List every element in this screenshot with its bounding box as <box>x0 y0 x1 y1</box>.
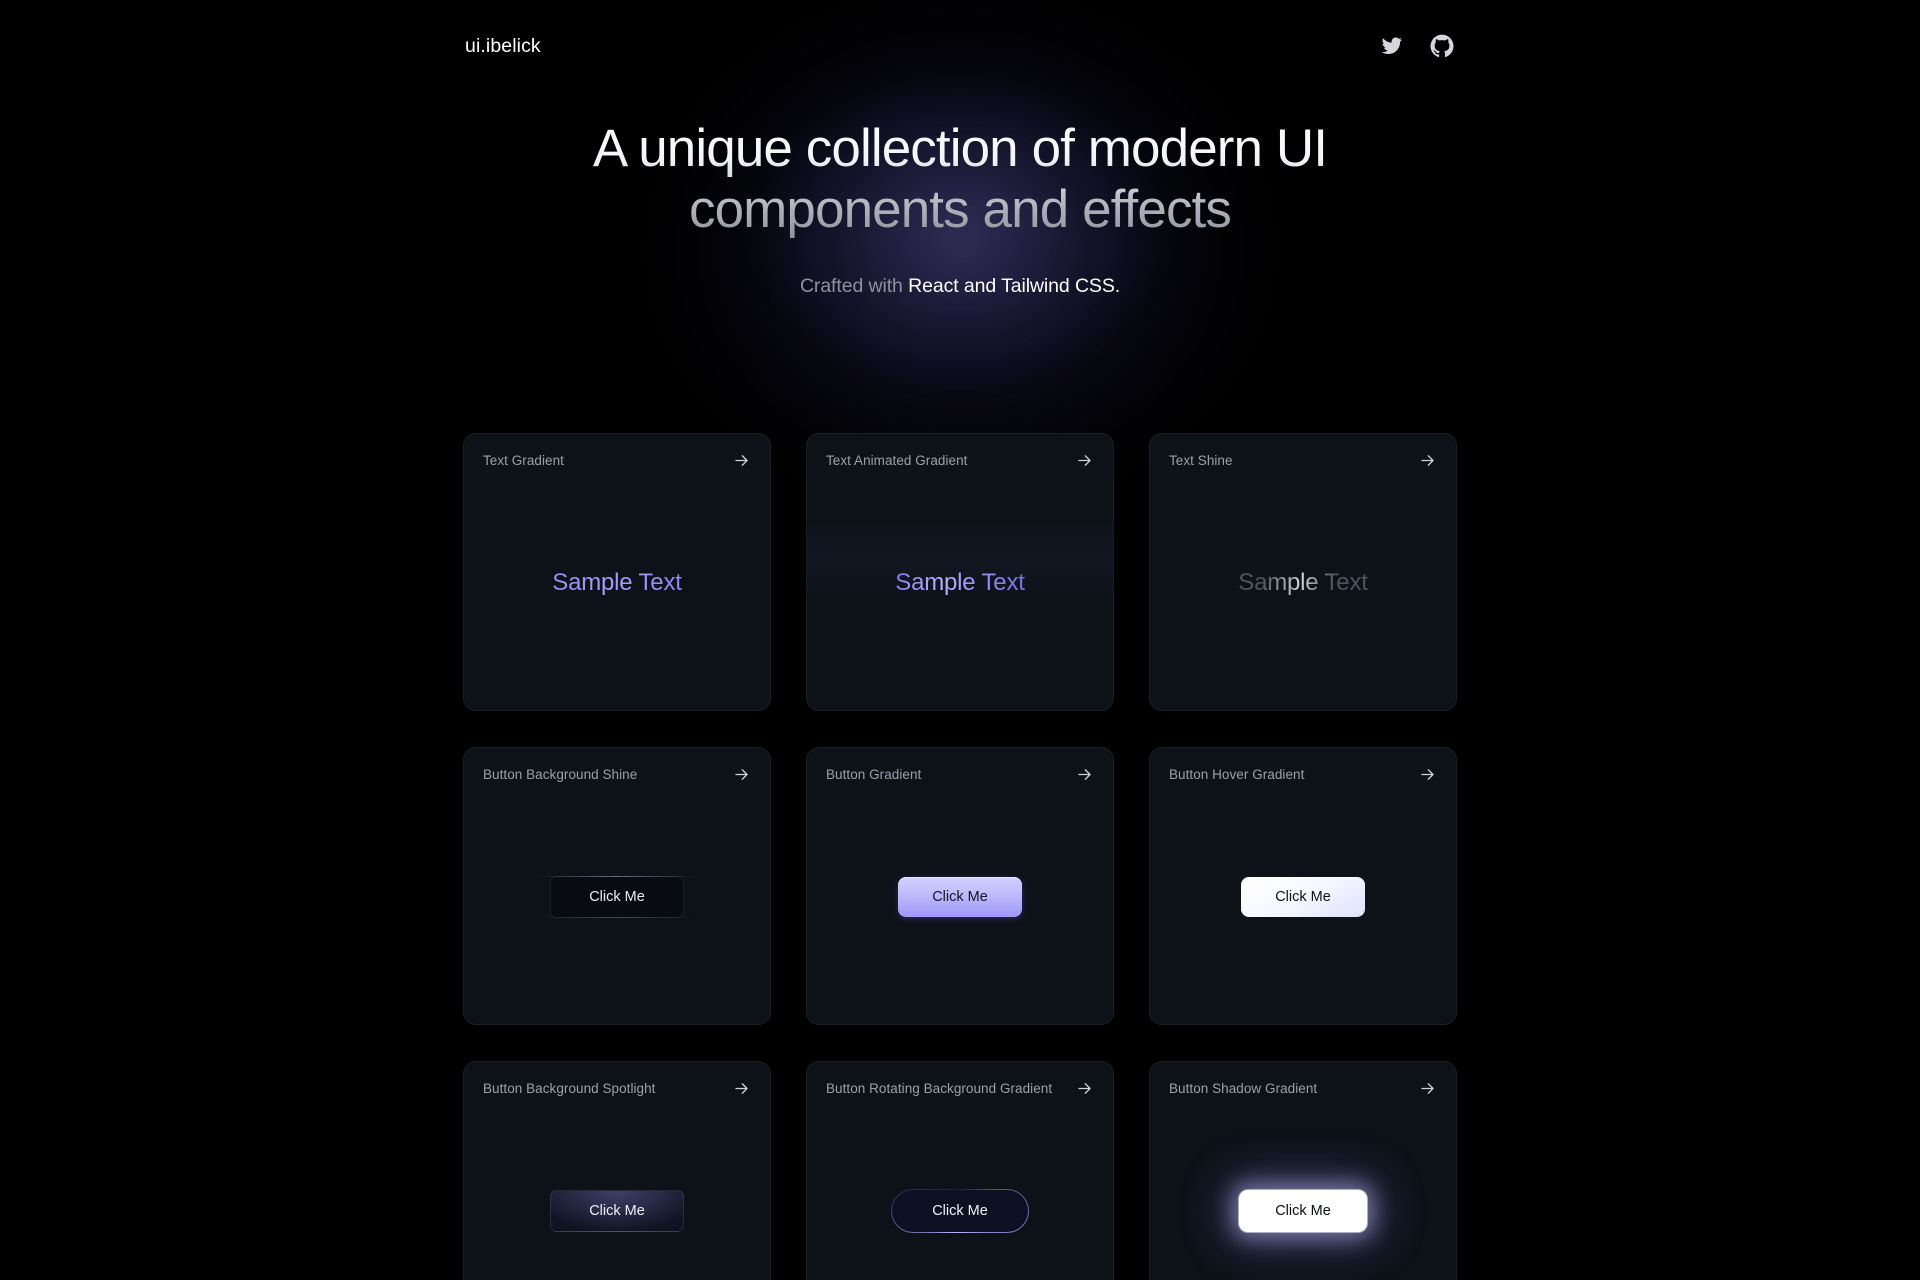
card-title: Text Gradient <box>483 453 564 468</box>
demo-sample-text: Sample Text <box>895 569 1025 596</box>
demo-sample-text: Sample Text <box>1238 569 1368 596</box>
card-button-gradient[interactable]: Button Gradient Click Me <box>806 747 1114 1025</box>
page-subtitle: Crafted with React and Tailwind CSS. <box>0 275 1920 298</box>
card-demo-area: Click Me <box>464 784 770 1024</box>
top-navigation-bar: ui.ibelick <box>0 0 1920 92</box>
card-title: Button Background Shine <box>483 767 638 782</box>
brand-logo[interactable]: ui.ibelick <box>465 35 541 58</box>
card-button-rotating-background-gradient[interactable]: Button Rotating Background Gradient Clic… <box>806 1061 1114 1280</box>
card-header: Button Background Shine <box>464 748 770 784</box>
card-header: Text Shine <box>1150 434 1456 470</box>
demo-click-me-button[interactable]: Click Me <box>898 877 1022 917</box>
page-title: A unique collection of modern UI compone… <box>0 118 1920 241</box>
arrow-right-icon[interactable] <box>1075 451 1094 470</box>
card-header: Text Animated Gradient <box>807 434 1113 470</box>
card-title: Button Hover Gradient <box>1169 767 1305 782</box>
demo-click-me-button[interactable]: Click Me <box>1241 877 1365 917</box>
card-header: Button Gradient <box>807 748 1113 784</box>
card-title: Button Gradient <box>826 767 922 782</box>
demo-click-me-button[interactable]: Click Me <box>1239 1190 1367 1232</box>
demo-click-me-button[interactable]: Click Me <box>891 1189 1029 1233</box>
card-header: Button Rotating Background Gradient <box>807 1062 1113 1098</box>
card-text-shine[interactable]: Text Shine Sample Text <box>1149 433 1457 711</box>
card-title: Button Rotating Background Gradient <box>826 1081 1053 1096</box>
arrow-right-icon[interactable] <box>732 1079 751 1098</box>
social-links <box>1379 33 1455 59</box>
card-header: Button Shadow Gradient <box>1150 1062 1456 1098</box>
card-demo-area: Sample Text <box>807 470 1113 710</box>
card-header: Button Hover Gradient <box>1150 748 1456 784</box>
card-title: Button Background Spotlight <box>483 1081 656 1096</box>
arrow-right-icon[interactable] <box>1418 451 1437 470</box>
card-text-gradient[interactable]: Text Gradient Sample Text <box>463 433 771 711</box>
card-header: Text Gradient <box>464 434 770 470</box>
card-title: Text Shine <box>1169 453 1233 468</box>
card-demo-area: Click Me <box>1150 784 1456 1024</box>
card-button-background-shine[interactable]: Button Background Shine Click Me <box>463 747 771 1025</box>
card-header: Button Background Spotlight <box>464 1062 770 1098</box>
arrow-right-icon[interactable] <box>1075 1079 1094 1098</box>
component-card-grid: Text Gradient Sample Text Text Animated … <box>463 433 1457 1280</box>
subtitle-muted-text: Crafted with <box>799 274 909 297</box>
arrow-right-icon[interactable] <box>1418 765 1437 784</box>
card-button-shadow-gradient[interactable]: Button Shadow Gradient Click Me <box>1149 1061 1457 1280</box>
card-button-hover-gradient[interactable]: Button Hover Gradient Click Me <box>1149 747 1457 1025</box>
subtitle-strong-text: React and Tailwind CSS. <box>908 274 1121 297</box>
hero-section: A unique collection of modern UI compone… <box>0 118 1920 298</box>
github-icon[interactable] <box>1429 33 1455 59</box>
page-title-line-1: A unique collection of modern UI <box>592 119 1328 178</box>
card-demo-area: Click Me <box>464 1098 770 1280</box>
card-title: Text Animated Gradient <box>826 453 968 468</box>
demo-sample-text: Sample Text <box>552 569 682 596</box>
card-title: Button Shadow Gradient <box>1169 1081 1318 1096</box>
demo-click-me-button[interactable]: Click Me <box>537 876 697 918</box>
arrow-right-icon[interactable] <box>732 451 751 470</box>
page-root: ui.ibelick A unique collection of modern… <box>0 0 1920 1280</box>
card-demo-area: Click Me <box>807 1098 1113 1280</box>
arrow-right-icon[interactable] <box>1075 765 1094 784</box>
card-button-background-spotlight[interactable]: Button Background Spotlight Click Me <box>463 1061 771 1280</box>
twitter-icon[interactable] <box>1379 33 1405 59</box>
arrow-right-icon[interactable] <box>1418 1079 1437 1098</box>
arrow-right-icon[interactable] <box>732 765 751 784</box>
demo-click-me-button[interactable]: Click Me <box>550 1190 684 1232</box>
card-text-animated-gradient[interactable]: Text Animated Gradient Sample Text <box>806 433 1114 711</box>
card-demo-area: Click Me <box>1150 1098 1456 1280</box>
card-demo-area: Sample Text <box>464 470 770 710</box>
card-demo-area: Click Me <box>807 784 1113 1024</box>
page-title-line-2: components and effects <box>689 180 1231 240</box>
card-demo-area: Sample Text <box>1150 470 1456 710</box>
